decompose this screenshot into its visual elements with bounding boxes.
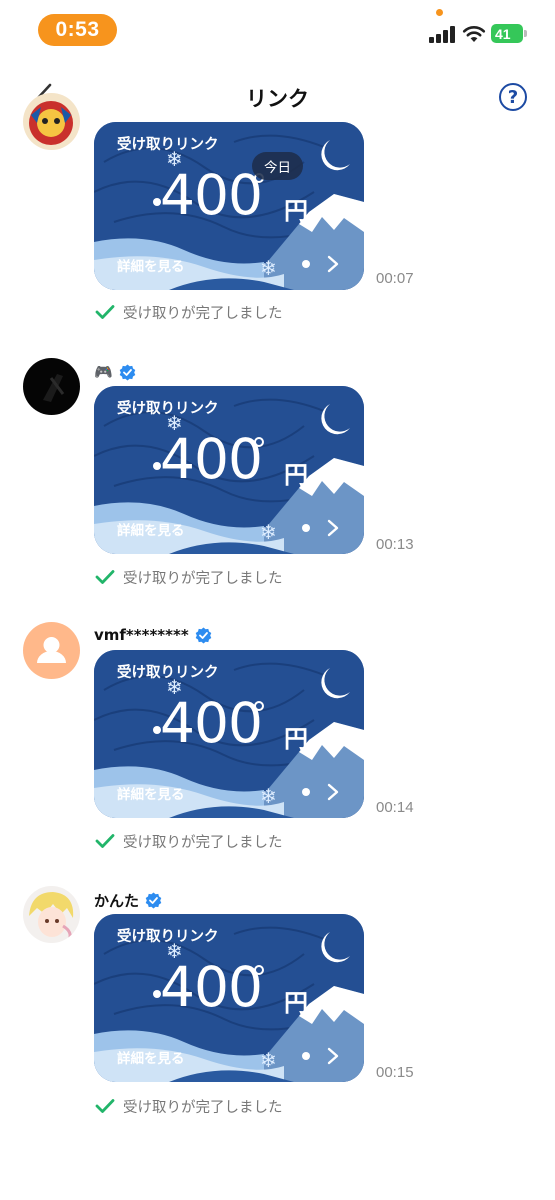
sender-name: かんた — [94, 891, 140, 910]
chevron-right-icon — [327, 783, 339, 801]
nav-header: リンク ? — [0, 68, 555, 128]
receipt-status: 受け取りが完了しました — [95, 565, 283, 589]
card-amount: 400 — [160, 955, 263, 1019]
check-icon — [95, 1099, 115, 1113]
card-currency: 円 — [284, 725, 308, 753]
card-currency: 円 — [284, 989, 308, 1017]
page-title: リンク — [246, 87, 309, 111]
battery-level: 41 — [495, 25, 511, 42]
check-icon — [95, 834, 115, 848]
card-detail-link[interactable]: 詳細を見る — [117, 255, 185, 275]
status-bar: 0:53 41 — [0, 0, 555, 60]
anime-avatar-icon — [23, 886, 80, 943]
help-button[interactable]: ? — [499, 83, 527, 111]
avatar[interactable] — [23, 886, 80, 943]
card-detail-link[interactable]: 詳細を見る — [117, 1047, 185, 1067]
svg-text:❄: ❄ — [260, 1048, 277, 1072]
chevron-right-icon — [327, 255, 339, 273]
message-time: 00:14 — [376, 799, 414, 816]
svg-text:❄: ❄ — [260, 784, 277, 808]
message-time: 00:13 — [376, 536, 414, 553]
verified-badge-icon — [119, 364, 135, 380]
date-separator-badge: 今日 — [252, 152, 303, 180]
card-amount: 400 — [160, 427, 263, 491]
recording-dot — [436, 9, 443, 16]
card-currency: 円 — [284, 197, 308, 225]
message-time: 00:15 — [376, 1064, 414, 1081]
chevron-right-icon — [327, 519, 339, 537]
receipt-status: 受け取りが完了しました — [95, 1094, 283, 1118]
sender-row: vmf******** — [94, 624, 212, 646]
card-detail-link[interactable]: 詳細を見る — [117, 783, 185, 803]
chevron-right-icon — [327, 1047, 339, 1065]
card-label: 受け取りリンク — [117, 137, 219, 153]
message-time: 00:07 — [376, 270, 414, 287]
avatar[interactable] — [23, 358, 80, 415]
mascot-avatar-icon — [23, 93, 80, 150]
receipt-status: 受け取りが完了しました — [95, 829, 283, 853]
verified-badge-icon — [195, 627, 211, 643]
battery-icon: 41 — [491, 24, 523, 43]
status-time: 0:53 — [38, 14, 117, 46]
status-text: 受け取りが完了しました — [123, 305, 283, 322]
avatar[interactable] — [23, 93, 80, 150]
status-text: 受け取りが完了しました — [123, 834, 283, 851]
check-icon — [95, 570, 115, 584]
dark-photo-avatar-icon — [23, 358, 80, 415]
avatar[interactable] — [23, 622, 80, 679]
card-label: 受け取りリンク — [117, 401, 219, 417]
sender-name: vmf******** — [94, 626, 189, 644]
receipt-status: 受け取りが完了しました — [95, 300, 283, 324]
svg-text:❄: ❄ — [260, 256, 277, 280]
card-detail-link[interactable]: 詳細を見る — [117, 519, 185, 539]
payment-link-card[interactable]: ❄ ❄ 受け取りリンク 400 円 詳細を見る — [94, 122, 364, 290]
payment-link-card[interactable]: ❄ ❄ 受け取りリンク 400 円 詳細を見る — [94, 914, 364, 1082]
sender-name: 🎮 — [94, 363, 113, 381]
cellular-signal-icon — [429, 26, 455, 43]
battery-cap — [524, 30, 527, 37]
check-icon — [95, 305, 115, 319]
svg-text:❄: ❄ — [260, 520, 277, 544]
card-label: 受け取りリンク — [117, 929, 219, 945]
card-currency: 円 — [284, 461, 308, 489]
sender-row: かんた — [94, 889, 162, 911]
wifi-icon — [462, 26, 486, 42]
card-amount: 400 — [160, 691, 263, 755]
status-text: 受け取りが完了しました — [123, 1099, 283, 1116]
verified-badge-icon — [145, 892, 162, 908]
person-icon — [23, 622, 80, 679]
status-text: 受け取りが完了しました — [123, 570, 283, 587]
sender-row: 🎮 — [94, 361, 136, 383]
card-amount: 400 — [160, 163, 263, 227]
payment-link-card[interactable]: ❄ ❄ 受け取りリンク 400 円 詳細を見る — [94, 386, 364, 554]
payment-link-card[interactable]: ❄ ❄ 受け取りリンク 400 円 詳細を見る — [94, 650, 364, 818]
card-label: 受け取りリンク — [117, 665, 219, 681]
